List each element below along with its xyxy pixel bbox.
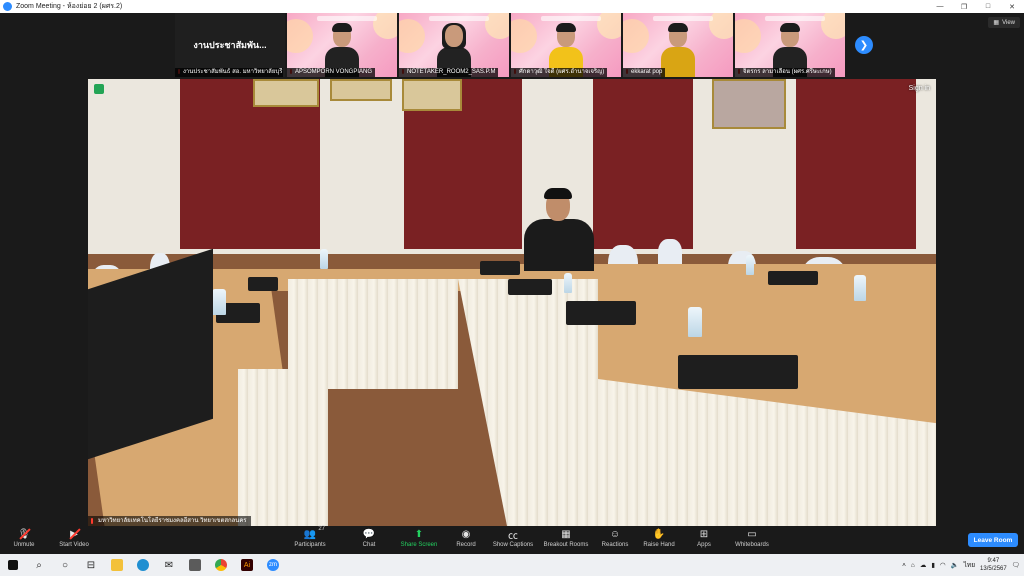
- task-view-icon[interactable]: ○: [52, 554, 78, 576]
- participant-tile[interactable]: งานประชาสัมพัน... งานประชาสัมพันธ์ สอ. ม…: [175, 13, 285, 77]
- main-video: Sign in มหาวิทยาลัยเทคโนโลยีราชมงคลอีสาน…: [88, 79, 936, 526]
- shield-icon[interactable]: [94, 84, 104, 94]
- hand-icon: ✋: [652, 529, 666, 540]
- store-icon[interactable]: [182, 554, 208, 576]
- participant-name: APSOMPORN VONGPIANG: [287, 68, 376, 77]
- illustrator-icon[interactable]: Ai: [234, 554, 260, 576]
- notification-icon[interactable]: 🗨: [1012, 561, 1020, 569]
- language-indicator[interactable]: ไทย: [964, 560, 975, 570]
- search-icon[interactable]: ⌕: [26, 554, 52, 576]
- edge-icon[interactable]: [130, 554, 156, 576]
- close-icon[interactable]: ✕: [1000, 0, 1024, 13]
- window-title: Zoom Meeting - ห้องย่อย 2 (ผศร.2): [16, 3, 123, 10]
- minimize-icon[interactable]: —: [928, 0, 952, 13]
- battery-icon[interactable]: ▮: [931, 561, 935, 569]
- main-video-name: มหาวิทยาลัยเทคโนโลยีราชมงคลอีสาน วิทยาเข…: [88, 516, 251, 526]
- network-icon[interactable]: ⌂: [911, 562, 915, 569]
- sign-in-link[interactable]: Sign in: [909, 85, 930, 92]
- breakout-rooms-button[interactable]: ▦ Breakout Rooms: [538, 528, 594, 548]
- thumbnail-strip: งานประชาสัมพัน... งานประชาสัมพันธ์ สอ. ม…: [175, 13, 845, 77]
- captions-icon: ㏄: [508, 531, 518, 542]
- clock-time: 9:47: [987, 558, 1000, 564]
- participant-name: งานประชาสัมพันธ์ สอ. มหาวิทยาลัยบุรี: [175, 68, 283, 77]
- chevron-up-icon[interactable]: ˄: [902, 562, 906, 569]
- view-button[interactable]: ▦ View: [988, 17, 1020, 28]
- record-icon: ◉: [461, 529, 471, 540]
- view-button-label: View: [1002, 19, 1015, 26]
- mail-icon[interactable]: ✉: [156, 554, 182, 576]
- participant-tile[interactable]: จิตรกร ลามาเลือน (ผศร.ศรีษะเกษ): [735, 13, 845, 77]
- smiley-icon: ☺: [609, 529, 621, 540]
- participant-name: ศักดาวุฒิ ใจดี (ผศร.อำนาจเจริญ): [511, 68, 608, 77]
- camera-off-icon: ▶: [67, 528, 81, 541]
- participant-video: [661, 23, 695, 77]
- microphone-muted-icon: 🎙: [17, 528, 31, 541]
- participant-tile[interactable]: NOTETAKER_ROOM2_SAS.P.M: [399, 13, 509, 77]
- presenter: [524, 188, 594, 271]
- share-screen-icon: ⬆: [414, 529, 424, 540]
- people-icon: 👥 27: [303, 526, 325, 540]
- volume-icon[interactable]: 🔈: [951, 561, 959, 569]
- windows-start-icon[interactable]: [0, 554, 26, 576]
- apps-icon: ⊞: [699, 529, 709, 540]
- system-tray: ˄ ⌂ ☁ ▮ ◠ 🔈 ไทย 9:47 13/5/2567 🗨: [902, 557, 1024, 573]
- window-titlebar: Zoom Meeting - ห้องย่อย 2 (ผศร.2) — ❐ □ …: [0, 0, 1024, 13]
- start-video-button[interactable]: ▶ Start Video: [46, 528, 102, 548]
- cloud-icon[interactable]: ☁: [920, 561, 927, 569]
- participant-name: ekkarat pop: [623, 68, 666, 77]
- participant-name: จิตรกร ลามาเลือน (ผศร.ศรีษะเกษ): [735, 68, 835, 77]
- whiteboards-button[interactable]: ▭ Whiteboards: [724, 528, 780, 548]
- participants-button[interactable]: 👥 27 Participants: [282, 526, 338, 548]
- participants-count: 27: [318, 526, 325, 532]
- file-explorer-icon[interactable]: [104, 554, 130, 576]
- restore-icon[interactable]: ❐: [952, 0, 976, 13]
- participant-big-name: งานประชาสัมพัน...: [193, 40, 267, 50]
- breakout-rooms-icon: ▦: [561, 529, 571, 540]
- show-captions-button[interactable]: ㏄ Show Captions: [485, 528, 541, 548]
- meeting-area: ▦ View งานประชาสัมพัน... งานประชาสัมพันธ…: [0, 13, 1024, 526]
- unmute-button[interactable]: 🎙 Unmute: [0, 528, 52, 548]
- zoom-logo-icon: [3, 2, 12, 11]
- chrome-icon[interactable]: [208, 554, 234, 576]
- participant-name: NOTETAKER_ROOM2_SAS.P.M: [399, 68, 499, 77]
- participant-tile[interactable]: APSOMPORN VONGPIANG: [287, 13, 397, 77]
- next-page-arrow-icon[interactable]: ❯: [855, 36, 873, 54]
- meeting-toolbar: 🎙 Unmute ▶ Start Video 👥27 Participants …: [0, 526, 1024, 554]
- grid-icon: ▦: [993, 20, 1000, 26]
- clock-date: 13/5/2567: [980, 566, 1007, 572]
- leave-room-button[interactable]: Leave Room: [968, 533, 1018, 547]
- chat-bubble-icon: 💬: [362, 529, 376, 540]
- chat-button[interactable]: 💬 Chat: [341, 528, 397, 548]
- wifi-icon[interactable]: ◠: [940, 561, 946, 569]
- participant-tile[interactable]: ศักดาวุฒิ ใจดี (ผศร.อำนาจเจริญ): [511, 13, 621, 77]
- window-controls: — ❐ □ ✕: [928, 0, 1024, 13]
- maximize-icon[interactable]: □: [976, 0, 1000, 13]
- clock[interactable]: 9:47 13/5/2567: [980, 557, 1007, 573]
- windows-taskbar: ⌕ ○ ⊟ ✉ Ai zm ˄ ⌂ ☁ ▮ ◠ 🔈 ไทย 9:47 13/5/…: [0, 554, 1024, 576]
- whiteboard-icon: ▭: [747, 529, 757, 540]
- participant-tile[interactable]: ekkarat pop: [623, 13, 733, 77]
- widgets-icon[interactable]: ⊟: [78, 554, 104, 576]
- zoom-app-icon[interactable]: zm: [260, 554, 286, 576]
